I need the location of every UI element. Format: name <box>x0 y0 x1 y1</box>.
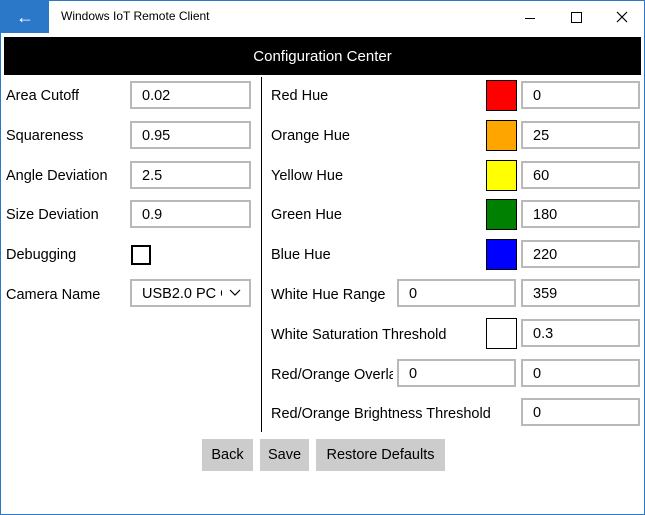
green-color-swatch <box>486 199 517 230</box>
red-orange-overlap-input-1[interactable]: 0 <box>397 359 516 387</box>
app-window: ← Windows IoT Remote Client Configuratio… <box>0 0 645 515</box>
red-hue-input[interactable]: 0 <box>521 81 640 109</box>
red-hue-label: Red Hue <box>271 88 329 104</box>
blue-color-swatch <box>486 239 517 270</box>
back-arrow-icon[interactable]: ← <box>1 1 49 33</box>
chevron-down-icon <box>229 289 241 296</box>
page-title: Configuration Center <box>4 37 641 75</box>
red-orange-brightness-label: Red/Orange Brightness Threshold <box>271 406 491 422</box>
squareness-input[interactable]: 0.95 <box>130 121 251 149</box>
angle-deviation-label: Angle Deviation <box>6 168 108 184</box>
camera-name-label: Camera Name <box>6 287 101 303</box>
back-button[interactable]: Back <box>202 439 253 471</box>
angle-deviation-input[interactable]: 2.5 <box>130 161 251 189</box>
red-color-swatch <box>486 80 517 111</box>
maximize-icon <box>570 11 582 23</box>
red-orange-brightness-input[interactable]: 0 <box>521 398 640 426</box>
blue-hue-label: Blue Hue <box>271 247 331 263</box>
squareness-label: Squareness <box>6 128 84 144</box>
minimize-button[interactable] <box>507 1 553 33</box>
yellow-hue-label: Yellow Hue <box>271 168 344 184</box>
window-title: Windows IoT Remote Client <box>61 9 210 23</box>
white-hue-max-input[interactable]: 359 <box>521 279 640 307</box>
camera-name-select[interactable]: USB2.0 PC CAMERA <box>130 279 251 307</box>
save-button[interactable]: Save <box>260 439 309 471</box>
camera-name-value: USB2.0 PC CAMERA <box>142 286 222 302</box>
area-cutoff-input[interactable]: 0.02 <box>130 81 251 109</box>
size-deviation-input[interactable]: 0.9 <box>130 200 251 228</box>
debugging-checkbox[interactable] <box>131 245 151 265</box>
orange-hue-label: Orange Hue <box>271 128 350 144</box>
area-cutoff-label: Area Cutoff <box>6 88 80 104</box>
close-icon <box>616 11 628 23</box>
yellow-color-swatch <box>486 160 517 191</box>
white-hue-range-label: White Hue Range <box>271 287 386 303</box>
column-divider <box>261 77 262 432</box>
green-hue-label: Green Hue <box>271 207 342 223</box>
yellow-hue-input[interactable]: 60 <box>521 161 640 189</box>
restore-defaults-button[interactable]: Restore Defaults <box>316 439 445 471</box>
orange-color-swatch <box>486 120 517 151</box>
white-saturation-label: White Saturation Threshold <box>271 327 447 343</box>
white-saturation-input[interactable]: 0.3 <box>521 319 640 347</box>
size-deviation-label: Size Deviation <box>6 207 99 223</box>
minimize-icon <box>525 17 535 19</box>
red-orange-overlap-input-2[interactable]: 0 <box>521 359 640 387</box>
blue-hue-input[interactable]: 220 <box>521 240 640 268</box>
green-hue-input[interactable]: 180 <box>521 200 640 228</box>
maximize-button[interactable] <box>553 1 599 33</box>
white-hue-min-input[interactable]: 0 <box>397 279 516 307</box>
close-button[interactable] <box>599 1 645 33</box>
debugging-label: Debugging <box>6 247 77 263</box>
orange-hue-input[interactable]: 25 <box>521 121 640 149</box>
white-color-swatch <box>486 318 517 349</box>
title-bar: ← Windows IoT Remote Client <box>1 1 644 33</box>
red-orange-overlap-label: Red/Orange Overlap <box>271 367 393 383</box>
